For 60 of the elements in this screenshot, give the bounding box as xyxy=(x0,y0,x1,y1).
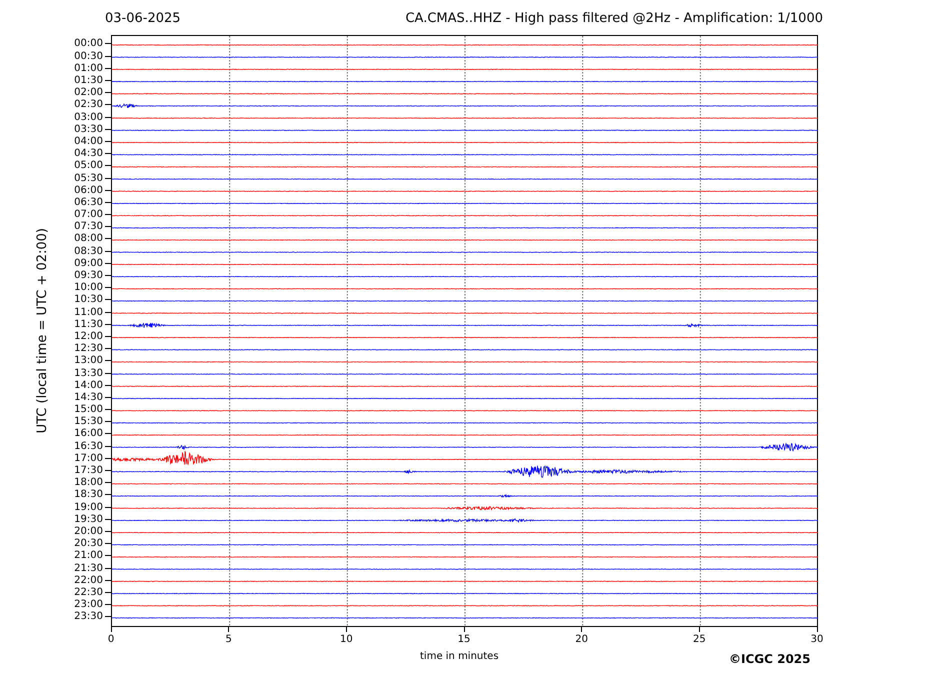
time-label: 11:30 xyxy=(74,318,104,330)
time-label: 09:00 xyxy=(74,258,104,269)
time-label: 20:30 xyxy=(74,538,104,550)
y-axis-label: UTC (local time = UTC + 02:00) xyxy=(35,228,50,434)
time-label: 06:30 xyxy=(74,196,104,208)
time-label: 02:30 xyxy=(74,99,104,110)
time-label: 07:00 xyxy=(74,209,104,220)
time-label: 18:00 xyxy=(74,477,104,488)
time-label: 15:30 xyxy=(74,416,104,428)
time-label: 14:00 xyxy=(74,380,104,391)
time-label: 17:00 xyxy=(74,452,104,464)
time-label: 22:30 xyxy=(74,586,104,598)
time-label: 09:30 xyxy=(74,270,104,282)
time-label: 05:00 xyxy=(74,160,104,172)
time-label: 19:30 xyxy=(74,514,104,525)
x-tick-label: 20 xyxy=(575,634,588,646)
plot-title: CA.CMAS..HHZ - High pass filtered @2Hz - Amplification: 1/1000 xyxy=(405,11,823,28)
time-label: 04:30 xyxy=(74,148,104,160)
time-label: 12:30 xyxy=(74,343,104,354)
time-label: 14:30 xyxy=(74,392,104,403)
x-tick-label: 25 xyxy=(692,634,706,646)
time-label: 22:00 xyxy=(74,574,104,586)
x-tick-label: 15 xyxy=(458,634,470,646)
time-label: 03:30 xyxy=(74,124,104,135)
time-label: 17:30 xyxy=(74,465,104,476)
time-label: 00:30 xyxy=(74,50,104,62)
x-tick-label: 0 xyxy=(108,634,114,646)
time-label: 13:00 xyxy=(74,355,104,366)
time-label: 10:00 xyxy=(74,282,104,294)
time-label: 07:30 xyxy=(74,221,104,232)
time-label: 08:30 xyxy=(74,246,104,257)
time-label: 06:00 xyxy=(74,184,104,196)
time-label: 10:30 xyxy=(74,294,104,306)
time-label: 23:30 xyxy=(74,611,104,622)
time-label: 00:00 xyxy=(74,38,104,50)
time-label: 16:00 xyxy=(74,428,104,440)
time-label: 19:00 xyxy=(74,502,104,513)
time-label: 23:00 xyxy=(74,599,104,610)
time-label: 12:00 xyxy=(74,330,104,342)
time-label: 05:30 xyxy=(74,172,104,184)
time-label: 08:00 xyxy=(74,233,104,244)
time-label: 13:30 xyxy=(74,368,104,379)
x-tick-label: 30 xyxy=(810,634,824,646)
time-label: 01:30 xyxy=(74,75,104,86)
time-label: 20:00 xyxy=(74,526,104,537)
time-label: 04:00 xyxy=(74,136,104,147)
time-label: 18:30 xyxy=(74,489,104,500)
time-label: 02:00 xyxy=(74,87,104,98)
time-label: 15:00 xyxy=(74,404,104,416)
time-label: 11:00 xyxy=(74,306,104,318)
time-label: 21:00 xyxy=(74,550,104,562)
time-label: 01:00 xyxy=(74,62,104,74)
time-label: 21:30 xyxy=(74,562,104,574)
time-label: 16:30 xyxy=(74,440,104,452)
time-label: 03:00 xyxy=(74,112,104,123)
plot-date: 03-06-2025 xyxy=(105,11,181,28)
x-tick-label: 10 xyxy=(340,634,353,646)
x-tick-label: 5 xyxy=(225,634,232,646)
x-axis-label: time in minutes xyxy=(420,651,499,663)
copyright-text: ©ICGC 2025 xyxy=(729,652,811,666)
